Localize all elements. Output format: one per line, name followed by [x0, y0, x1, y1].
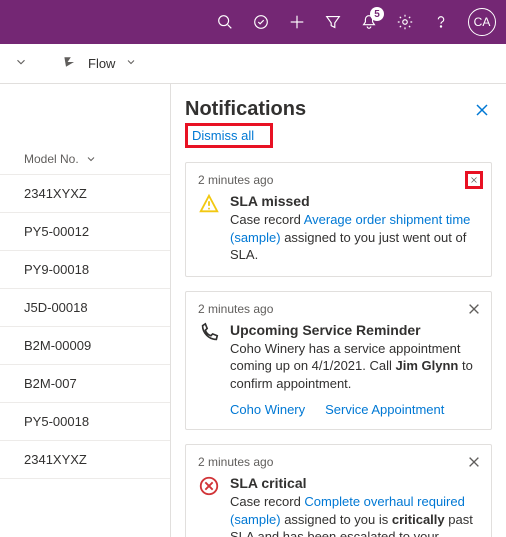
cell-value: B2M-007	[24, 376, 77, 391]
cell-value: B2M-00009	[24, 338, 91, 353]
add-icon[interactable]	[288, 13, 306, 31]
dismiss-notification-icon[interactable]	[465, 453, 483, 471]
table-row[interactable]: 2341XYXZ	[0, 441, 170, 479]
notification-body: Coho Winery has a service appointment co…	[230, 340, 479, 393]
dismiss-notification-icon[interactable]	[465, 171, 483, 189]
table-row[interactable]: PY5-00018	[0, 403, 170, 441]
notification-title: Upcoming Service Reminder	[230, 322, 479, 338]
column-header-model-no[interactable]: Model No.	[0, 144, 170, 175]
app-bar: 5 CA	[0, 0, 506, 44]
cell-value: PY5-00018	[24, 414, 89, 429]
search-icon[interactable]	[216, 13, 234, 31]
notification-body: Case record Complete overhaul required (…	[230, 493, 479, 537]
warning-icon	[198, 193, 220, 264]
table-row[interactable]: PY5-00012	[0, 213, 170, 251]
cell-value: PY9-00018	[24, 262, 89, 277]
table-row[interactable]: B2M-007	[0, 365, 170, 403]
panel-close-icon[interactable]	[472, 100, 492, 120]
cell-value: PY5-00012	[24, 224, 89, 239]
table-row[interactable]: 2341XYXZ	[0, 175, 170, 213]
action-link-coho-winery[interactable]: Coho Winery	[230, 402, 305, 417]
filter-icon[interactable]	[324, 13, 342, 31]
data-grid: Model No. 2341XYXZ PY5-00012 PY9-00018 J…	[0, 84, 170, 537]
notification-time: 2 minutes ago	[198, 455, 479, 469]
notification-bell-icon[interactable]: 5	[360, 13, 378, 31]
notification-card-sla-missed: 2 minutes ago SLA missed Case record Ave…	[185, 162, 492, 277]
notification-time: 2 minutes ago	[198, 173, 479, 187]
flow-label[interactable]: Flow	[88, 56, 115, 71]
error-icon	[198, 475, 220, 537]
chevron-down-icon[interactable]	[14, 55, 28, 72]
notification-time: 2 minutes ago	[198, 302, 479, 316]
dismiss-all-link[interactable]: Dismiss all	[185, 123, 273, 148]
cell-value: 2341XYXZ	[24, 452, 87, 467]
user-avatar[interactable]: CA	[468, 8, 496, 36]
panel-title: Notifications	[185, 98, 306, 121]
column-header-label: Model No.	[24, 152, 79, 166]
command-bar: Flow	[0, 44, 506, 84]
notification-card-service-reminder: 2 minutes ago Upcoming Service Reminder …	[185, 291, 492, 431]
notification-title: SLA critical	[230, 475, 479, 491]
table-row[interactable]: PY9-00018	[0, 251, 170, 289]
cell-value: 2341XYXZ	[24, 186, 87, 201]
notification-badge: 5	[370, 7, 384, 21]
chevron-down-icon[interactable]	[125, 56, 137, 71]
notifications-panel: Notifications Dismiss all 2 minutes ago …	[170, 84, 506, 537]
settings-icon[interactable]	[396, 13, 414, 31]
contact-name: Jim Glynn	[396, 358, 459, 373]
table-row[interactable]: B2M-00009	[0, 327, 170, 365]
notification-title: SLA missed	[230, 193, 479, 209]
help-icon[interactable]	[432, 13, 450, 31]
notification-card-sla-critical: 2 minutes ago SLA critical Case record C…	[185, 444, 492, 537]
dismiss-notification-icon[interactable]	[465, 300, 483, 318]
flow-icon	[62, 54, 78, 73]
table-row[interactable]: J5D-00018	[0, 289, 170, 327]
cell-value: J5D-00018	[24, 300, 88, 315]
task-icon[interactable]	[252, 13, 270, 31]
notification-body: Case record Average order shipment time …	[230, 211, 479, 264]
action-link-service-appointment[interactable]: Service Appointment	[325, 402, 444, 417]
phone-icon	[198, 322, 220, 393]
